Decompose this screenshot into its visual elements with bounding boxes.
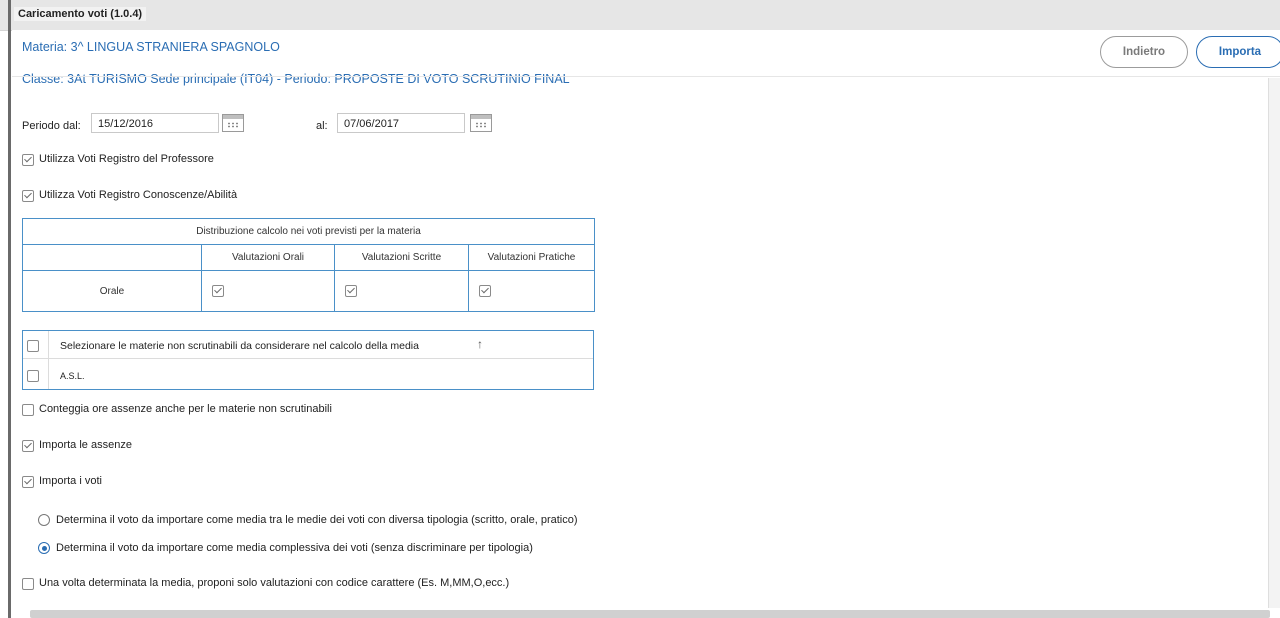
codice-carattere-checkbox[interactable] [22, 578, 34, 590]
back-button[interactable]: Indietro [1100, 36, 1188, 68]
select-all-subjects-checkbox[interactable] [27, 340, 39, 352]
column-divider [48, 331, 49, 389]
scritte-cell [334, 270, 469, 312]
import-button[interactable]: Importa [1196, 36, 1280, 68]
importa-assenze-checkbox[interactable] [22, 440, 34, 452]
importa-assenze-label: Importa le assenze [39, 439, 132, 451]
period-from-label: Periodo dal: [22, 120, 81, 132]
orali-checkbox[interactable] [212, 285, 224, 297]
empty-header-cell [22, 244, 202, 271]
calendar-icon[interactable] [222, 114, 244, 132]
subjects-header-label: Selezionare le materie non scrutinabili … [60, 340, 419, 352]
window-titlebar: Caricamento voti (1.0.4) [0, 0, 1280, 31]
subject-title: Materia: 3^ LINGUA STRANIERA SPAGNOLO [22, 40, 280, 54]
period-to-label: al: [316, 120, 328, 132]
media-tipologie-radio[interactable] [38, 514, 50, 526]
column-header: Valutazioni Scritte [334, 244, 469, 271]
distribution-table: Distribuzione calcolo nei voti previsti … [22, 218, 595, 312]
registro-professore-checkbox[interactable] [22, 154, 34, 166]
pratiche-checkbox[interactable] [479, 285, 491, 297]
vertical-scrollbar[interactable] [1268, 78, 1280, 608]
asl-checkbox[interactable] [27, 370, 39, 382]
registro-conoscenze-checkbox[interactable] [22, 190, 34, 202]
importa-voti-label: Importa i voti [39, 475, 102, 487]
scritte-checkbox[interactable] [345, 285, 357, 297]
row-label: Orale [22, 270, 202, 312]
codice-carattere-label: Una volta determinata la media, proponi … [39, 577, 510, 589]
asl-label: A.S.L. [60, 371, 85, 381]
registro-conoscenze-label: Utilizza Voti Registro Conoscenze/Abilit… [39, 189, 238, 201]
column-header: Valutazioni Orali [201, 244, 335, 271]
media-complessiva-label: Determina il voto da importare come medi… [56, 542, 533, 554]
media-tipologie-label: Determina il voto da importare come medi… [56, 514, 578, 526]
header-separator [12, 76, 1280, 77]
orali-cell [201, 270, 335, 312]
period-from-input[interactable]: 15/12/2016 [91, 113, 219, 133]
subjects-box [22, 330, 594, 390]
row-divider [23, 358, 593, 359]
importa-voti-checkbox[interactable] [22, 476, 34, 488]
calendar-icon[interactable] [470, 114, 492, 132]
period-to-input[interactable]: 07/06/2017 [337, 113, 465, 133]
horizontal-scrollbar[interactable] [30, 610, 1270, 618]
window-left-border [8, 0, 11, 618]
class-period-title: Classe: 3At TURISMO Sede principale (IT0… [22, 72, 570, 86]
conteggia-label: Conteggia ore assenze anche per le mater… [39, 403, 332, 415]
window-title: Caricamento voti (1.0.4) [14, 7, 147, 21]
media-complessiva-radio[interactable] [38, 542, 50, 554]
up-arrow-icon[interactable]: ↑ [477, 337, 483, 351]
column-header: Valutazioni Pratiche [468, 244, 595, 271]
distribution-title: Distribuzione calcolo nei voti previsti … [22, 218, 595, 245]
pratiche-cell [468, 270, 595, 312]
conteggia-checkbox[interactable] [22, 404, 34, 416]
registro-professore-label: Utilizza Voti Registro del Professore [39, 153, 214, 165]
